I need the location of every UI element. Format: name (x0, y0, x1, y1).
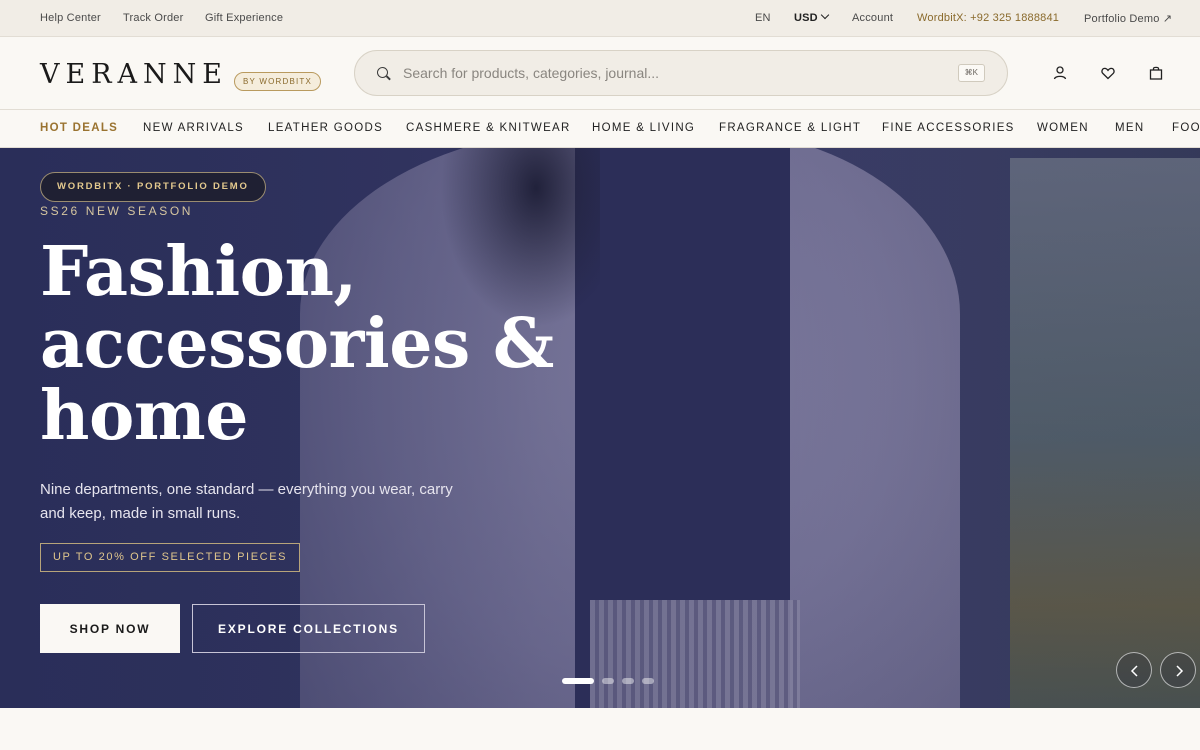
search-bar[interactable]: ⌘K (354, 50, 1008, 96)
next-slide-button[interactable] (1160, 652, 1196, 688)
chevron-left-icon (1130, 665, 1138, 677)
hero-season-label: SS26 NEW SEASON (40, 204, 194, 218)
language-selector[interactable]: EN (755, 12, 771, 24)
nav-item-fine-accessories[interactable]: FINE ACCESSORIES (882, 122, 1015, 134)
chevron-down-icon (820, 10, 830, 20)
search-input[interactable] (403, 51, 943, 95)
explore-collections-button[interactable]: EXPLORE COLLECTIONS (192, 604, 425, 653)
nav-item-women[interactable]: WOMEN (1037, 122, 1089, 134)
hero-headline: Fashion, accessories & home (40, 236, 600, 452)
user-icon[interactable] (1052, 65, 1068, 81)
nav-item-new-arrivals[interactable]: NEW ARRIVALS (143, 122, 244, 134)
currency-label: USD (794, 12, 818, 24)
account-link[interactable]: Account (852, 12, 893, 24)
nav-item-leather-goods[interactable]: LEATHER GOODS (268, 122, 383, 134)
search-icon (377, 67, 388, 78)
slide-dot[interactable] (622, 678, 634, 684)
hero-description: Nine departments, one standard — everyth… (40, 481, 453, 522)
previous-slide-button[interactable] (1116, 652, 1152, 688)
hero-headline-line: home (40, 376, 249, 456)
utility-bar: Help Center Track Order Gift Experience … (0, 0, 1200, 37)
brand-logo[interactable]: VERANNE (40, 59, 228, 90)
track-order-link[interactable]: Track Order (123, 12, 183, 24)
nav-item-men[interactable]: MEN (1115, 122, 1144, 134)
help-center-link[interactable]: Help Center (40, 12, 101, 24)
currency-selector[interactable]: USD (794, 10, 830, 24)
logo-badge: BY WORDBITX (234, 72, 322, 91)
shop-now-button[interactable]: SHOP NOW (40, 604, 180, 653)
nav-item-home-living[interactable]: HOME & LIVING (592, 122, 695, 134)
hero-portfolio-badge: WORDBITX · PORTFOLIO DEMO (40, 172, 266, 202)
nav-item-footwear[interactable]: FOOTWEAR (1172, 122, 1200, 134)
nav-item-fragrance-light[interactable]: FRAGRANCE & LIGHT (719, 122, 861, 134)
hero-headline-line: Fashion, (40, 232, 357, 312)
promo-tag: UP TO 20% OFF SELECTED PIECES (40, 543, 301, 572)
nav-item-hot-deals[interactable]: HOT DEALS (40, 122, 118, 134)
slide-dot[interactable] (602, 678, 614, 684)
chevron-right-icon (1176, 665, 1184, 677)
slide-dot[interactable] (642, 678, 654, 684)
nav-item-cashmere-knitwear[interactable]: CASHMERE & KNITWEAR (406, 122, 571, 134)
portfolio-demo-link[interactable]: Portfolio Demo ↗ (1084, 12, 1172, 25)
heart-icon[interactable] (1100, 65, 1116, 81)
bag-icon[interactable] (1148, 65, 1164, 81)
hero-headline-line: accessories & (40, 304, 554, 384)
category-nav: HOT DEALS NEW ARRIVALS LEATHER GOODS CAS… (0, 110, 1200, 148)
search-shortcut-badge: ⌘K (957, 64, 985, 82)
slide-dot-active[interactable] (562, 678, 594, 684)
site-header: VERANNE BY WORDBITX ⌘K (0, 37, 1200, 110)
gift-experience-link[interactable]: Gift Experience (205, 12, 283, 24)
contact-link[interactable]: WordbitX: +92 325 1888841 (917, 12, 1059, 24)
hero-banner: WORDBITX · PORTFOLIO DEMO SS26 NEW SEASO… (0, 148, 1200, 708)
